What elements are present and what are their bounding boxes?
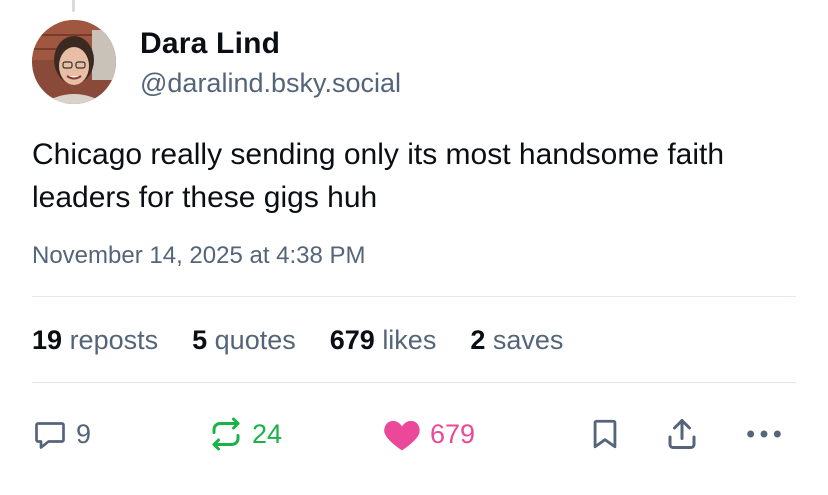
more-button[interactable]: [744, 412, 784, 456]
like-count: 679: [430, 418, 476, 449]
stat-label: saves: [492, 325, 564, 355]
stat-label: reposts: [69, 325, 159, 355]
stat-count: 2: [470, 325, 486, 355]
bookmark-icon: [588, 416, 622, 452]
post-text: Chicago really sending only its most han…: [32, 138, 725, 214]
saves-stat[interactable]: 2 saves: [470, 322, 563, 358]
stat-count: 19: [32, 325, 63, 355]
divider: [32, 382, 796, 383]
reply-icon: [32, 416, 68, 452]
divider: [32, 296, 796, 297]
post-timestamp: November 14, 2025 at 4:38 PM: [32, 242, 366, 269]
thread-line: [72, 0, 75, 12]
display-name[interactable]: Dara Lind: [140, 26, 401, 62]
quotes-stat[interactable]: 5 quotes: [192, 322, 296, 358]
avatar[interactable]: [32, 20, 116, 104]
author-names: Dara Lind @daralind.bsky.social: [140, 24, 401, 100]
reply-button[interactable]: 9: [32, 412, 91, 456]
action-bar: 9 24 679: [32, 412, 796, 456]
like-button[interactable]: 679: [382, 412, 475, 456]
share-icon: [664, 416, 700, 452]
more-icon: [744, 416, 784, 452]
reply-count: 9: [76, 418, 92, 449]
repost-icon: [208, 416, 244, 452]
repost-button[interactable]: 24: [208, 412, 282, 456]
likes-stat[interactable]: 679 likes: [330, 322, 437, 358]
engagement-stats: 19 reposts 5 quotes 679 likes 2 saves: [32, 322, 597, 358]
heart-icon: [382, 416, 422, 452]
share-button[interactable]: [664, 412, 700, 456]
repost-count: 24: [252, 418, 283, 449]
bookmark-button[interactable]: [588, 412, 622, 456]
post-header: Dara Lind @daralind.bsky.social: [32, 20, 401, 104]
stat-count: 679: [329, 325, 375, 355]
stat-count: 5: [192, 325, 208, 355]
stat-label: likes: [382, 325, 437, 355]
stat-label: quotes: [214, 325, 296, 355]
reposts-stat[interactable]: 19 reposts: [32, 322, 158, 358]
author-handle[interactable]: @daralind.bsky.social: [140, 66, 401, 100]
